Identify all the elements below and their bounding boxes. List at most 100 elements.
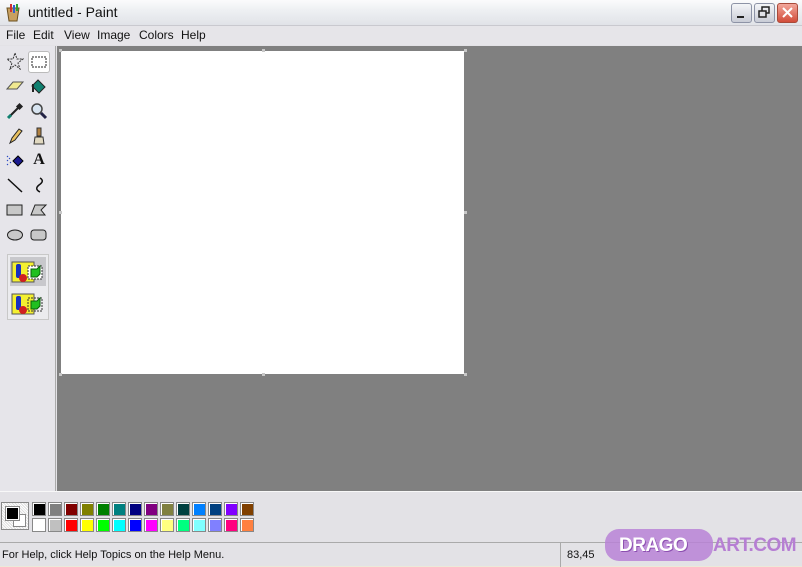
color-swatch[interactable]: [160, 518, 174, 532]
rect-select-icon: [31, 56, 47, 68]
paint-bucket-icon: [31, 79, 46, 94]
window-title: untitled - Paint: [28, 4, 118, 20]
menu-file[interactable]: File: [6, 28, 25, 42]
watermark-text-drago: DRAGO: [619, 535, 688, 556]
color-swatch[interactable]: [128, 502, 142, 516]
color-swatch[interactable]: [96, 502, 110, 516]
restore-button[interactable]: [754, 3, 775, 23]
resize-handle-top: [262, 49, 265, 52]
color-swatch[interactable]: [64, 502, 78, 516]
color-swatch[interactable]: [80, 502, 94, 516]
color-swatch[interactable]: [208, 502, 222, 516]
color-swatch[interactable]: [240, 518, 254, 532]
color-swatch[interactable]: [32, 518, 46, 532]
resize-handle-left: [59, 211, 62, 214]
color-swatch[interactable]: [224, 502, 238, 516]
current-colors: [1, 502, 29, 530]
paint-app-icon: [6, 4, 20, 22]
color-swatch[interactable]: [224, 518, 238, 532]
color-swatch[interactable]: [144, 518, 158, 532]
tool-options-box: [7, 254, 49, 320]
polygon-icon: [30, 204, 48, 216]
color-swatch[interactable]: [176, 502, 190, 516]
foreground-color: [5, 506, 20, 521]
eyedropper-icon: [6, 102, 24, 120]
tool-select[interactable]: [28, 51, 50, 73]
resize-handle-bottom[interactable]: [262, 373, 265, 376]
tool-brush[interactable]: [28, 125, 50, 147]
resize-handle-bottom-right[interactable]: [464, 373, 467, 376]
tool-airbrush[interactable]: [4, 149, 26, 171]
star-select-icon: [6, 52, 24, 70]
drawing-canvas[interactable]: [61, 51, 464, 374]
color-swatch[interactable]: [48, 502, 62, 516]
opaque-selection-icon: [11, 261, 43, 282]
color-swatch[interactable]: [144, 502, 158, 516]
text-icon: A: [33, 151, 45, 168]
color-swatch[interactable]: [160, 502, 174, 516]
tool-pick-color[interactable]: [4, 100, 26, 122]
pencil-icon: [8, 128, 23, 145]
ellipse-icon: [7, 229, 23, 241]
menu-view[interactable]: View: [64, 28, 90, 42]
color-swatch[interactable]: [64, 518, 78, 532]
rectangle-icon: [6, 204, 23, 216]
menu-edit[interactable]: Edit: [33, 28, 54, 42]
tool-curve[interactable]: [28, 174, 50, 196]
tool-magnifier[interactable]: [28, 100, 50, 122]
transparent-selection-option[interactable]: [10, 289, 46, 318]
paint-window: untitled - Paint File Edit View Image Co…: [0, 0, 802, 567]
tool-pencil[interactable]: [4, 125, 26, 147]
status-help-text: For Help, click Help Topics on the Help …: [2, 549, 225, 561]
color-swatch[interactable]: [112, 518, 126, 532]
opaque-selection-option[interactable]: [10, 257, 46, 286]
title-bar[interactable]: untitled - Paint: [0, 0, 802, 26]
watermark-text-art: ART.COM: [713, 535, 797, 556]
restore-icon: [758, 6, 770, 18]
resize-handle-top-left: [59, 49, 62, 52]
magnifier-icon: [31, 103, 48, 120]
color-swatch[interactable]: [32, 502, 46, 516]
airbrush-icon: [6, 155, 24, 167]
menu-bar: File Edit View Image Colors Help: [0, 26, 802, 45]
color-swatch[interactable]: [96, 518, 110, 532]
curve-icon: [36, 177, 43, 193]
watermark: DRAGO ART.COM: [605, 527, 800, 563]
color-swatch[interactable]: [208, 518, 222, 532]
tool-fill-with-color[interactable]: [28, 75, 50, 97]
workspace: [57, 46, 802, 491]
rounded-rect-icon: [30, 229, 47, 241]
color-swatch[interactable]: [80, 518, 94, 532]
tool-text[interactable]: A: [28, 149, 50, 171]
color-swatch[interactable]: [112, 502, 126, 516]
color-swatch[interactable]: [192, 502, 206, 516]
tool-eraser[interactable]: [4, 75, 26, 97]
transparent-selection-icon: [11, 293, 43, 314]
color-swatch[interactable]: [128, 518, 142, 532]
menu-help[interactable]: Help: [181, 28, 206, 42]
minimize-button[interactable]: [731, 3, 752, 23]
color-swatch[interactable]: [48, 518, 62, 532]
close-button[interactable]: [777, 3, 798, 23]
menu-colors[interactable]: Colors: [139, 28, 174, 42]
menu-image[interactable]: Image: [97, 28, 130, 42]
cursor-coordinates: 83,45: [567, 549, 595, 561]
toolbox: A: [0, 46, 56, 491]
tool-rectangle[interactable]: [4, 199, 26, 221]
tool-ellipse[interactable]: [4, 224, 26, 246]
color-swatch[interactable]: [176, 518, 190, 532]
close-icon: [782, 7, 793, 18]
minimize-icon: [737, 16, 744, 18]
tool-polygon[interactable]: [28, 199, 50, 221]
color-swatch[interactable]: [240, 502, 254, 516]
tool-free-form-select[interactable]: [4, 50, 26, 72]
resize-handle-top-right: [464, 49, 467, 52]
resize-handle-bottom-left: [59, 373, 62, 376]
resize-handle-right[interactable]: [464, 211, 467, 214]
line-icon: [7, 178, 23, 193]
color-swatch[interactable]: [192, 518, 206, 532]
tool-rounded-rectangle[interactable]: [28, 224, 50, 246]
tool-line[interactable]: [4, 174, 26, 196]
brush-icon: [33, 127, 45, 145]
eraser-icon: [6, 81, 24, 90]
